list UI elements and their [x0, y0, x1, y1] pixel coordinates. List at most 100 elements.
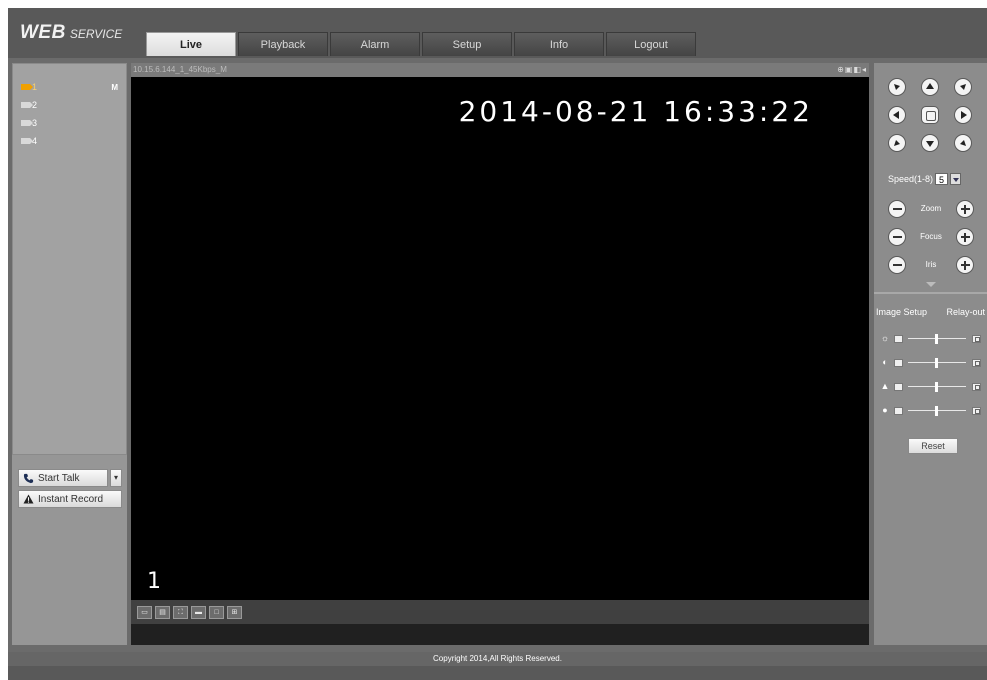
speed-row: Speed(1-8) 5 [888, 173, 962, 185]
iris-minus-button[interactable] [888, 256, 906, 274]
ptz-left-button[interactable] [888, 106, 906, 124]
channel-item-1[interactable]: 1 [21, 81, 37, 93]
ptz-right-button[interactable] [954, 106, 972, 124]
panel-divider [874, 292, 987, 294]
contrast-slider-thumb[interactable] [935, 358, 938, 368]
channel-flag: M [111, 83, 118, 92]
brightness-slider-thumb[interactable] [935, 334, 938, 344]
ptz-up-button[interactable] [921, 78, 939, 96]
contrast-minus-button[interactable] [894, 359, 903, 367]
tab-alarm[interactable]: Alarm [330, 32, 420, 56]
stream-info: 10.15.6.144_1_45Kbps_M [133, 65, 227, 74]
arrow-down-icon [926, 141, 934, 147]
tab-logout[interactable]: Logout [606, 32, 696, 56]
logo: WEB SERVICE [20, 22, 122, 44]
hue-slider-thumb[interactable] [935, 406, 938, 416]
iris-plus-button[interactable] [956, 256, 974, 274]
sun-icon: ☼ [880, 333, 890, 343]
hue-plus-button[interactable] [972, 407, 981, 415]
arrow-up-icon [926, 83, 934, 89]
iris-label: Iris [925, 260, 937, 269]
tab-image-setup[interactable]: Image Setup [876, 307, 927, 317]
arrow-left-icon [893, 111, 899, 119]
speed-label: Speed(1-8) [888, 174, 934, 184]
wide-layout-icon[interactable]: ▬ [191, 605, 206, 619]
left-panel: 1 M 2 3 4 Start Talk ▾ Instant Record [12, 63, 127, 645]
ptz-down-button[interactable] [921, 134, 939, 152]
arrow-down-right-icon [960, 140, 966, 146]
audio-icon[interactable]: ◂ [862, 65, 867, 74]
arrow-right-icon [961, 111, 967, 119]
talk-dropdown-button[interactable]: ▾ [110, 469, 122, 487]
fit-window-icon[interactable]: ▤ [155, 605, 170, 619]
quad-view-icon[interactable]: ⊞ [227, 605, 242, 619]
focus-plus-button[interactable] [956, 228, 974, 246]
tab-relay-out[interactable]: Relay-out [946, 307, 985, 317]
fullscreen-icon[interactable]: ⛶ [173, 605, 188, 619]
start-talk-button[interactable]: Start Talk [18, 469, 108, 487]
brightness-minus-button[interactable] [894, 335, 903, 343]
tab-live[interactable]: Live [146, 32, 236, 56]
original-size-icon[interactable]: ▭ [137, 605, 152, 619]
header: WEB SERVICE Live Playback Alarm Setup Inf… [8, 8, 987, 58]
ptz-up-right-button[interactable] [954, 78, 972, 96]
warning-icon [23, 494, 34, 504]
arrow-up-right-icon [960, 84, 966, 90]
video-viewport[interactable]: 2014-08-21 16:33:22 1 [131, 77, 869, 600]
camera-icon [21, 102, 33, 108]
ptz-down-right-button[interactable] [954, 134, 972, 152]
contrast-row: ◐ [880, 357, 984, 369]
saturation-row: ▲ [880, 381, 984, 393]
zoom-label: Zoom [920, 204, 942, 213]
channel-item-3[interactable]: 3 [21, 117, 37, 129]
main-tabs: Live Playback Alarm Setup Info Logout [146, 32, 696, 56]
camera-icon [21, 84, 33, 90]
hue-icon: ● [882, 405, 888, 415]
footer-strip [8, 666, 987, 680]
stream-tools: ⊕▣◧◂ [837, 65, 867, 74]
hue-minus-button[interactable] [894, 407, 903, 415]
ptz-center-button[interactable] [921, 106, 939, 124]
saturation-plus-button[interactable] [972, 383, 981, 391]
speed-select[interactable]: 5 [935, 173, 949, 185]
app-frame: WEB SERVICE Live Playback Alarm Setup Inf… [8, 8, 987, 680]
osd-timestamp: 2014-08-21 16:33:22 [458, 95, 813, 128]
ptz-up-left-button[interactable] [888, 78, 906, 96]
hue-row: ● [880, 405, 984, 417]
tab-info[interactable]: Info [514, 32, 604, 56]
collapse-arrow-icon[interactable] [926, 282, 936, 287]
instant-record-button[interactable]: Instant Record [18, 490, 122, 508]
phone-icon [23, 473, 34, 483]
osd-channel-number: 1 [147, 569, 161, 594]
zoom-icon[interactable]: ⊕ [837, 65, 845, 74]
brightness-row: ☼ [880, 333, 984, 345]
layout-toolbar: ▭ ▤ ⛶ ▬ □ ⊞ [131, 600, 869, 624]
contrast-icon: ◐ [882, 357, 888, 367]
tab-setup[interactable]: Setup [422, 32, 512, 56]
saturation-slider-thumb[interactable] [935, 382, 938, 392]
arrow-down-left-icon [894, 140, 900, 146]
brightness-plus-button[interactable] [972, 335, 981, 343]
channel-list: 1 M 2 3 4 [12, 63, 127, 455]
instant-record-label: Instant Record [38, 493, 104, 505]
tab-playback[interactable]: Playback [238, 32, 328, 56]
channel-item-2[interactable]: 2 [21, 99, 37, 111]
zoom-out-button[interactable] [888, 200, 906, 218]
reset-button[interactable]: Reset [908, 438, 958, 454]
ptz-down-left-button[interactable] [888, 134, 906, 152]
single-view-icon[interactable]: □ [209, 605, 224, 619]
footer-copyright: Copyright 2014,All Rights Reserved. [8, 652, 987, 666]
saturation-minus-button[interactable] [894, 383, 903, 391]
image-panel-tabs: Image Setup Relay-out [874, 307, 987, 317]
start-talk-label: Start Talk [38, 472, 80, 484]
saturation-icon: ▲ [880, 381, 890, 391]
focus-minus-button[interactable] [888, 228, 906, 246]
channel-item-4[interactable]: 4 [21, 135, 37, 147]
contrast-plus-button[interactable] [972, 359, 981, 367]
speed-dropdown-icon[interactable] [950, 173, 962, 185]
video-area: 10.15.6.144_1_45Kbps_M ⊕▣◧◂ 2014-08-21 1… [131, 63, 869, 645]
iris-control: Iris [888, 256, 974, 274]
logo-main: WEB [20, 22, 66, 43]
zoom-in-button[interactable] [956, 200, 974, 218]
record-icon[interactable]: ◧ [853, 65, 862, 74]
